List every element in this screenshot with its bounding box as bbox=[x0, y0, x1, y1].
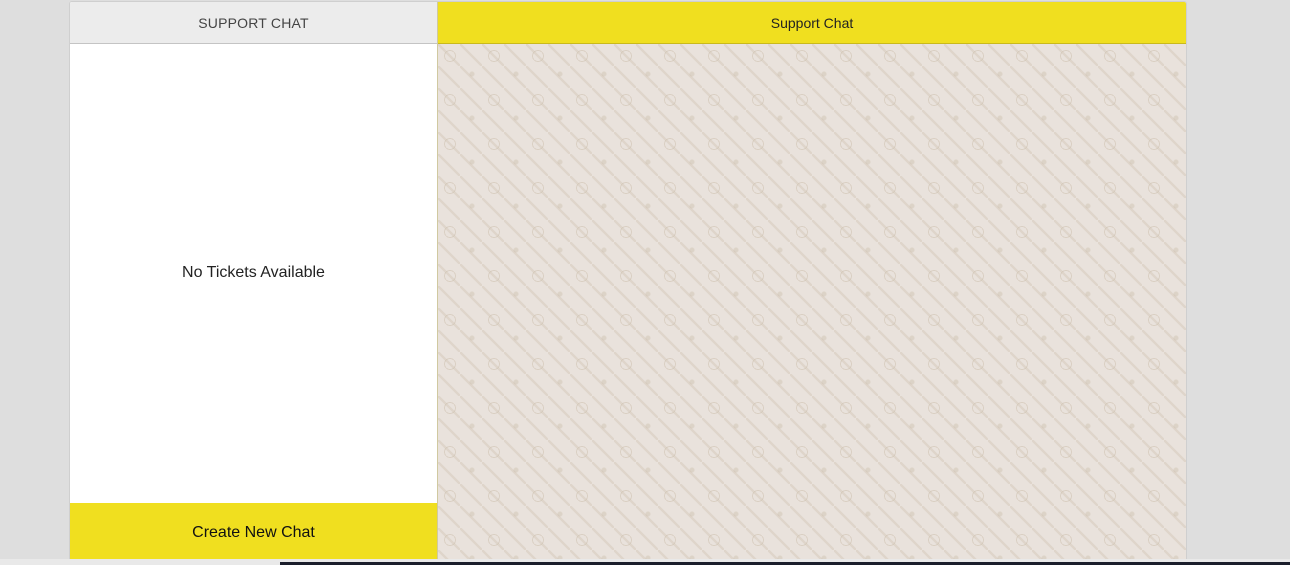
chat-panel: Support Chat bbox=[437, 2, 1186, 560]
sidebar-header: SUPPORT CHAT bbox=[70, 2, 437, 44]
no-tickets-message: No Tickets Available bbox=[182, 264, 325, 281]
support-chat-widget: SUPPORT CHAT No Tickets Available Create… bbox=[69, 1, 1187, 561]
chat-header: Support Chat bbox=[438, 2, 1186, 44]
chat-message-area bbox=[438, 44, 1186, 560]
create-new-chat-button[interactable]: Create New Chat bbox=[70, 503, 437, 560]
ticket-sidebar: SUPPORT CHAT No Tickets Available Create… bbox=[70, 2, 437, 560]
sidebar-title: SUPPORT CHAT bbox=[198, 14, 309, 31]
chat-title: Support Chat bbox=[770, 14, 854, 31]
